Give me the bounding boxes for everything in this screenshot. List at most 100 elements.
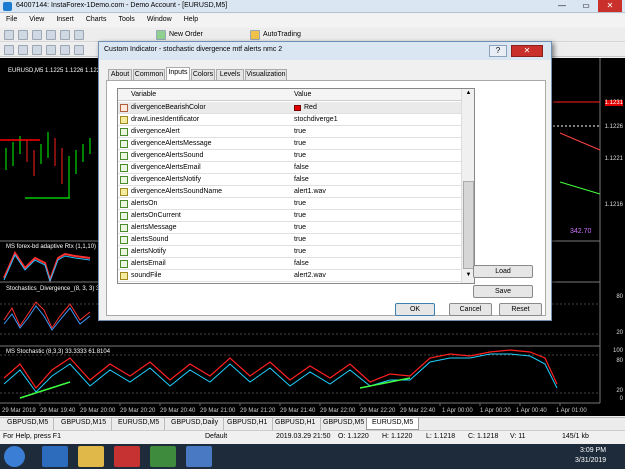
- time-label: 1 Apr 00:20: [480, 408, 511, 414]
- chart-tab[interactable]: GBPUSD,Daily: [166, 418, 225, 430]
- value-column-header[interactable]: Value: [294, 91, 311, 98]
- input-name: alertsSound: [131, 236, 169, 243]
- minimize-button[interactable]: —: [550, 0, 574, 12]
- input-row[interactable]: alertsSound true: [118, 234, 461, 246]
- ok-button[interactable]: OK: [395, 303, 435, 316]
- gift-app-icon[interactable]: [114, 446, 140, 467]
- bool-param-icon: [120, 224, 128, 232]
- input-row[interactable]: alertsNotify true: [118, 246, 461, 258]
- maximize-button[interactable]: ▭: [574, 0, 598, 12]
- tab-colors[interactable]: Colors: [191, 69, 215, 80]
- input-row[interactable]: soundFile alert2.wav: [118, 270, 461, 282]
- time-label: 1 Apr 00:40: [516, 408, 547, 414]
- save-button[interactable]: Save: [473, 285, 533, 298]
- help-button[interactable]: ?: [489, 45, 507, 57]
- scroll-up-icon[interactable]: ▲: [464, 90, 473, 100]
- clock-date[interactable]: 3/31/2019: [575, 457, 606, 464]
- tab-inputs[interactable]: Inputs: [166, 67, 190, 81]
- input-row[interactable]: divergenceAlertsNotify false: [118, 174, 461, 186]
- chart-tab[interactable]: GBPUSD,M5: [318, 418, 371, 430]
- autotrading-icon[interactable]: [250, 30, 260, 40]
- reset-button[interactable]: Reset: [499, 303, 542, 316]
- metatrader-icon[interactable]: [150, 446, 176, 467]
- chart-tab-active[interactable]: EURUSD,M5: [366, 418, 420, 430]
- bool-param-icon: [120, 212, 128, 220]
- explorer-icon[interactable]: [78, 446, 104, 467]
- time-label: 29 Mar 2019: [2, 408, 36, 414]
- chart-tab[interactable]: GBPUSD,M15: [56, 418, 113, 430]
- crosshair-icon[interactable]: [18, 45, 28, 55]
- close-button[interactable]: ✕: [598, 0, 622, 12]
- chart-tab[interactable]: GBPUSD,H1: [270, 418, 322, 430]
- tab-levels[interactable]: Levels: [216, 69, 244, 80]
- input-row[interactable]: alertsMessage true: [118, 222, 461, 234]
- terminal-icon[interactable]: [74, 30, 84, 40]
- windows-taskbar: 3:09 PM 3/31/2019: [0, 444, 625, 469]
- level-label: 0: [619, 396, 623, 402]
- inputs-grid[interactable]: Variable Value divergenceBearishColor Re…: [117, 88, 475, 284]
- grid-scrollbar[interactable]: ▲ ▼: [461, 89, 474, 283]
- cancel-button[interactable]: Cancel: [449, 303, 492, 316]
- stoch-divergence-header: Stochastics_Divergence_(8, 3, 3) 33: [6, 286, 103, 292]
- level-label: 80: [616, 358, 623, 364]
- ie-icon[interactable]: [42, 446, 68, 467]
- input-name: divergenceAlert: [131, 128, 180, 135]
- cursor-icon[interactable]: [4, 45, 14, 55]
- load-button[interactable]: Load: [473, 265, 533, 278]
- menu-insert[interactable]: Insert: [50, 14, 80, 25]
- input-row[interactable]: divergenceAlertsSound true: [118, 150, 461, 162]
- variable-column-header[interactable]: Variable: [131, 91, 156, 98]
- data-window-icon[interactable]: [46, 30, 56, 40]
- input-name: soundFile: [131, 272, 162, 279]
- menu-charts[interactable]: Charts: [80, 14, 113, 25]
- chart-tab[interactable]: GBPUSD,M5: [2, 418, 55, 430]
- time-label: 29 Mar 22:00: [320, 408, 356, 414]
- time-label: 29 Mar 19:40: [40, 408, 76, 414]
- input-row[interactable]: alertsOnCurrent true: [118, 210, 461, 222]
- status-volume: V: 11: [510, 433, 526, 440]
- input-row[interactable]: divergenceAlertsSoundName alert1.wav: [118, 186, 461, 198]
- status-open: O: 1.1220: [338, 433, 369, 440]
- input-row[interactable]: divergenceBearishColor Red: [118, 102, 461, 114]
- new-chart-icon[interactable]: [4, 30, 14, 40]
- chart-tab[interactable]: EURUSD,M5: [113, 418, 166, 430]
- input-row[interactable]: drawLinesIdentificator stochdiverge1: [118, 114, 461, 126]
- navigator-icon[interactable]: [60, 30, 70, 40]
- clock-time[interactable]: 3:09 PM: [580, 447, 606, 454]
- scroll-thumb[interactable]: [463, 181, 474, 269]
- tab-visualization[interactable]: Visualization: [245, 69, 287, 80]
- input-name: alertsOn: [131, 200, 158, 207]
- tab-about[interactable]: About: [108, 69, 132, 80]
- horizontal-line-icon[interactable]: [46, 45, 56, 55]
- string-param-icon: [120, 188, 128, 196]
- start-button[interactable]: [4, 446, 25, 467]
- time-label: 29 Mar 21:20: [240, 408, 276, 414]
- menu-view[interactable]: View: [23, 14, 50, 25]
- input-row[interactable]: divergenceAlertsEmail false: [118, 162, 461, 174]
- vertical-line-icon[interactable]: [32, 45, 42, 55]
- bool-param-icon: [120, 164, 128, 172]
- tab-common[interactable]: Common: [133, 69, 165, 80]
- chart-tab[interactable]: GBPUSD,H1: [222, 418, 274, 430]
- input-value: false: [294, 176, 309, 183]
- input-row[interactable]: alertsEmail false: [118, 258, 461, 270]
- taskbar-app-icon[interactable]: [186, 446, 212, 467]
- input-row[interactable]: alertsOn true: [118, 198, 461, 210]
- dialog-close-button[interactable]: ✕: [511, 45, 543, 57]
- new-order-icon[interactable]: [156, 30, 166, 40]
- market-watch-icon[interactable]: [32, 30, 42, 40]
- menu-tools[interactable]: Tools: [112, 14, 140, 25]
- profiles-icon[interactable]: [18, 30, 28, 40]
- trendline-icon[interactable]: [60, 45, 70, 55]
- menu-window[interactable]: Window: [141, 14, 178, 25]
- time-label: 29 Mar 20:00: [80, 408, 116, 414]
- input-row[interactable]: divergenceAlert true: [118, 126, 461, 138]
- scroll-down-icon[interactable]: ▼: [464, 272, 473, 282]
- channel-icon[interactable]: [74, 45, 84, 55]
- input-row[interactable]: divergenceAlertsMessage true: [118, 138, 461, 150]
- menu-file[interactable]: File: [0, 14, 23, 25]
- input-value: true: [294, 248, 307, 255]
- menu-help[interactable]: Help: [178, 14, 204, 25]
- new-order-button[interactable]: New Order: [169, 31, 203, 38]
- autotrading-button[interactable]: AutoTrading: [263, 31, 301, 38]
